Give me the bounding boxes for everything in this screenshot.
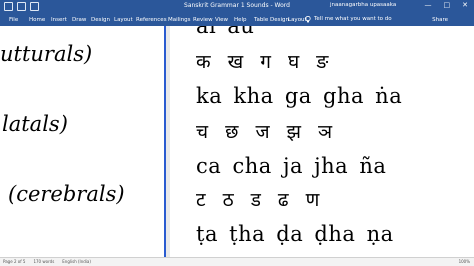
- page-count[interactable]: Page 2 of 5: [3, 259, 25, 264]
- tab-references[interactable]: References: [136, 17, 167, 23]
- roman-row-palatals: ca cha ja jha ña: [196, 154, 387, 178]
- window-title: Sanskrit Grammar 1 Sounds - Word: [184, 2, 290, 9]
- category-cerebrals: (cerebrals): [8, 182, 125, 206]
- category-gutturals: utturals): [0, 42, 93, 66]
- tab-layout[interactable]: Layout: [114, 17, 133, 23]
- document-area[interactable]: utturals) latals) (cerebrals) aĩ aũ क ख …: [0, 26, 474, 258]
- tab-design[interactable]: Design: [91, 17, 110, 23]
- word-count[interactable]: 170 words: [33, 259, 54, 264]
- previous-page: utturals) latals) (cerebrals): [0, 26, 164, 258]
- roman-row-gutturals: ka kha ga gha ṅa: [196, 84, 403, 108]
- tab-draw[interactable]: Draw: [72, 17, 86, 23]
- devanagari-row-gutturals: क ख ग घ ङ: [196, 51, 329, 73]
- tell-me-box[interactable]: Tell me what you want to do: [305, 16, 392, 23]
- ribbon-tabs: File Home Insert Draw Design Layout Refe…: [0, 14, 474, 26]
- tab-help[interactable]: Help: [234, 17, 247, 23]
- devanagari-row-cerebrals: ट ठ ड ढ ण: [196, 189, 320, 211]
- zoom-level[interactable]: 100%: [459, 259, 470, 264]
- user-name[interactable]: jnaanagarbha upasaaka: [330, 2, 396, 8]
- tab-mailings[interactable]: Mailings: [168, 17, 191, 23]
- tab-table-layout[interactable]: Layout: [288, 17, 307, 23]
- tab-file[interactable]: File: [9, 17, 18, 23]
- maximize-button[interactable]: □: [444, 1, 451, 9]
- tab-insert[interactable]: Insert: [51, 17, 67, 23]
- minimize-button[interactable]: —: [425, 1, 432, 9]
- tell-me-label: Tell me what you want to do: [314, 16, 392, 22]
- window-controls: — □ ✕: [425, 1, 469, 9]
- tab-table-design[interactable]: Table Design: [254, 17, 289, 23]
- tab-review[interactable]: Review: [193, 17, 213, 23]
- category-palatals: latals): [2, 112, 68, 136]
- status-bar: Page 2 of 5 170 words English (India) 10…: [0, 257, 474, 266]
- share-button[interactable]: Share: [432, 17, 448, 23]
- partial-line: aĩ aũ: [196, 26, 255, 38]
- lightbulb-icon: [305, 16, 311, 23]
- language-indicator[interactable]: English (India): [62, 259, 91, 264]
- tab-view[interactable]: View: [215, 17, 228, 23]
- tab-home[interactable]: Home: [29, 17, 45, 23]
- devanagari-row-palatals: च छ ज झ ञ: [196, 121, 333, 143]
- close-button[interactable]: ✕: [462, 1, 468, 9]
- current-page[interactable]: aĩ aũ क ख ग घ ङ ka kha ga gha ṅa च छ ज झ…: [170, 26, 474, 258]
- title-bar: Sanskrit Grammar 1 Sounds - Word jnaanag…: [0, 0, 474, 14]
- roman-row-cerebrals: ṭa ṭha ḍa ḍha ṇa: [196, 222, 394, 246]
